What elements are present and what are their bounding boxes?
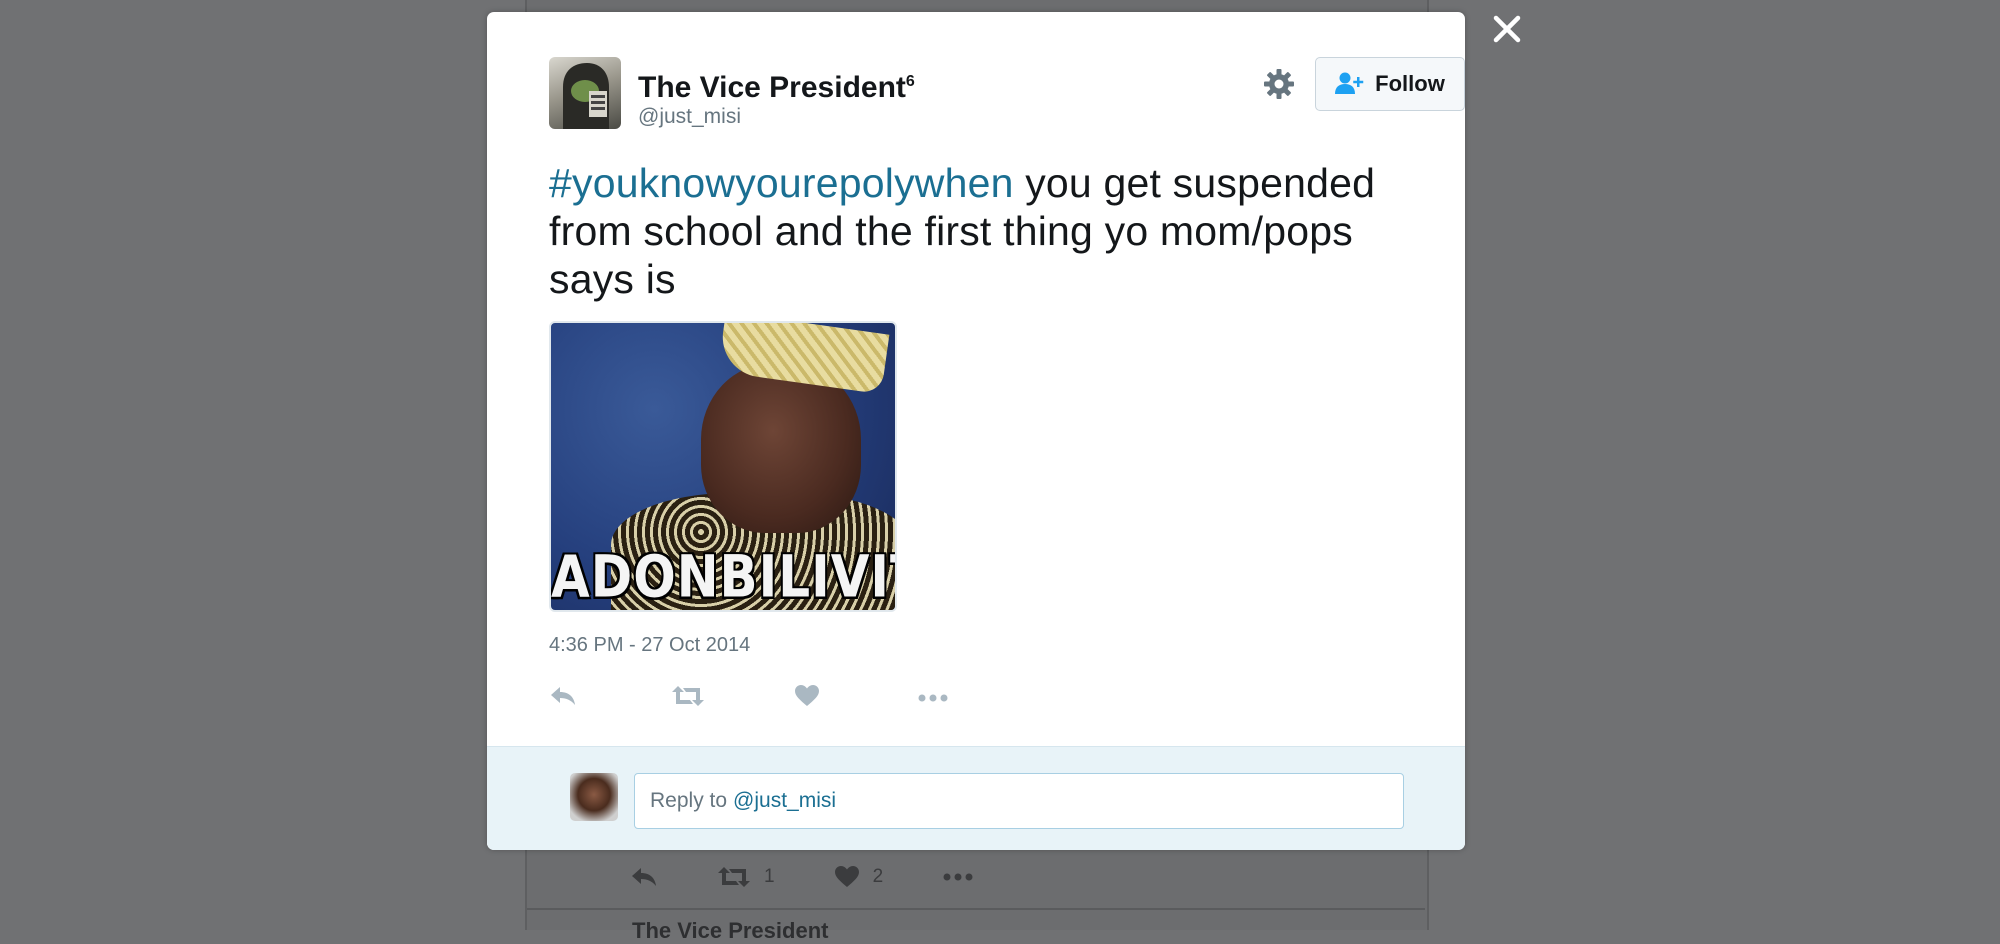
tweet-media-image[interactable]: ADONBILIVIT <box>549 321 897 612</box>
hashtag-link[interactable]: #youknowyourepolywhen <box>549 160 1014 206</box>
more-button[interactable] <box>918 689 1041 707</box>
background-more-action <box>943 873 973 881</box>
gear-icon <box>1264 69 1294 99</box>
retweet-icon <box>718 867 750 887</box>
author-handle[interactable]: @just_misi <box>638 105 915 129</box>
current-user-avatar <box>570 773 618 821</box>
media-caption: ADONBILIVIT <box>551 543 897 611</box>
background-next-tweet-author: The Vice President <box>632 918 829 943</box>
heart-icon <box>834 866 859 887</box>
background-divider <box>527 908 1425 910</box>
follow-user-icon <box>1335 72 1364 94</box>
author-name-text: The Vice President <box>638 71 906 104</box>
like-button[interactable] <box>795 684 918 712</box>
tweet-text: #youknowyourepolywhen you get suspended … <box>549 159 1399 303</box>
background-like-count: 2 <box>872 866 884 887</box>
background-retweet-action: 1 <box>718 866 775 888</box>
tweet-modal: The Vice President6 @just_misi Follow #y… <box>487 12 1465 850</box>
author-name[interactable]: The Vice President6 <box>638 65 915 105</box>
heart-icon <box>795 684 819 706</box>
background-like-action: 2 <box>834 866 884 888</box>
reply-placeholder-prefix: Reply to <box>650 789 728 812</box>
more-icon <box>918 694 948 702</box>
tweet-timestamp[interactable]: 4:36 PM - 27 Oct 2014 <box>549 634 1405 657</box>
background-retweet-count: 1 <box>764 866 775 887</box>
follow-button-label: Follow <box>1375 71 1445 96</box>
close-icon <box>1493 15 1521 43</box>
tweet-actions <box>549 683 1405 713</box>
reply-input[interactable]: Reply to @just_misi <box>634 773 1404 829</box>
reply-icon <box>632 868 656 886</box>
more-icon <box>943 873 973 881</box>
author-avatar[interactable] <box>549 57 621 129</box>
retweet-button[interactable] <box>672 685 795 712</box>
background-reply-action <box>630 866 658 888</box>
tweet: The Vice President6 @just_misi Follow #y… <box>487 12 1465 712</box>
tweet-header: The Vice President6 @just_misi Follow <box>549 57 1465 131</box>
reply-button[interactable] <box>549 685 672 712</box>
media-face <box>701 363 861 533</box>
reply-icon <box>551 686 575 705</box>
avatar-image <box>563 63 609 129</box>
retweet-icon <box>672 685 704 706</box>
close-button[interactable] <box>1490 12 1524 46</box>
author-name-block: The Vice President6 @just_misi <box>638 65 915 129</box>
author-name-superscript: 6 <box>905 73 915 90</box>
reply-bar: Reply to @just_misi <box>487 746 1465 850</box>
settings-button[interactable] <box>1264 69 1294 99</box>
background-tweet-actions: 1 2 <box>630 862 1033 892</box>
follow-button[interactable]: Follow <box>1315 57 1465 111</box>
reply-placeholder-handle: @just_misi <box>733 789 837 812</box>
